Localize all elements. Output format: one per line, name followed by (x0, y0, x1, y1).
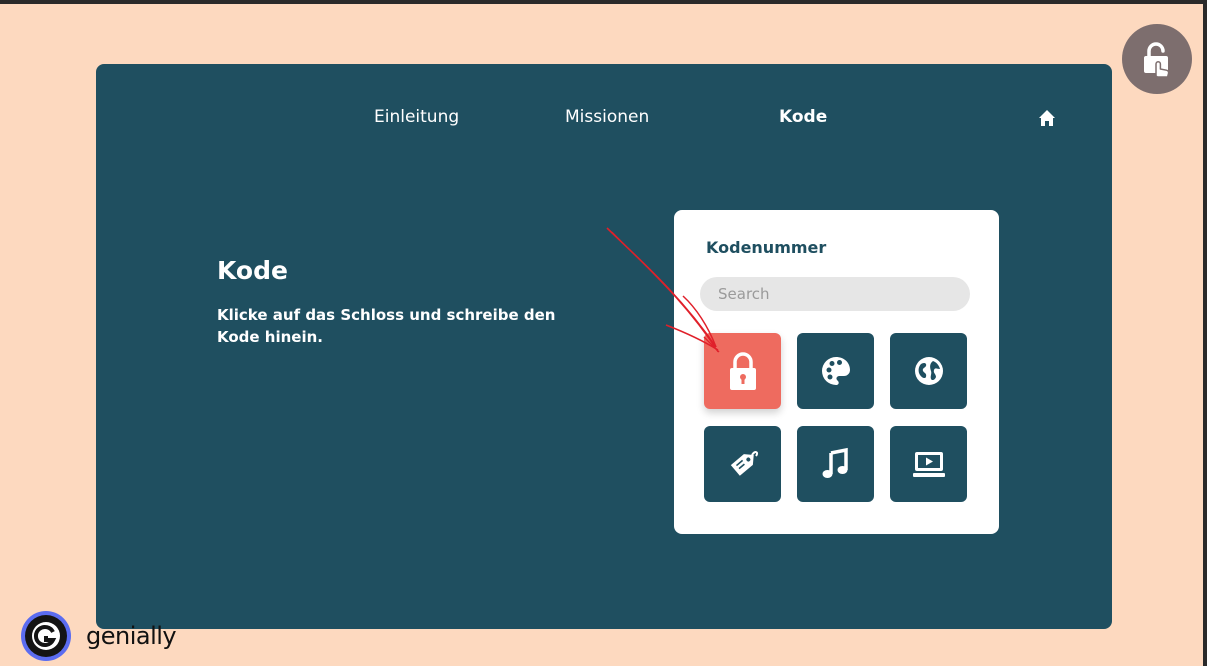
home-icon[interactable] (1037, 108, 1057, 128)
genially-brand[interactable]: genially (20, 610, 177, 662)
video-player-icon (912, 452, 945, 477)
globe-icon (914, 357, 943, 385)
padlock-icon (729, 352, 756, 390)
music-note-icon (822, 447, 848, 478)
palette-icon (821, 357, 850, 385)
brand-name: genially (86, 622, 177, 650)
main-panel: Einleitung Missionen Kode Kode Klicke au… (96, 64, 1112, 629)
code-card: Kodenummer (674, 210, 999, 534)
globe-tile[interactable] (890, 333, 967, 409)
card-title: Kodenummer (706, 238, 827, 257)
search-input[interactable] (700, 277, 970, 311)
price-tag-tile[interactable] (704, 426, 781, 502)
video-player-tile[interactable] (890, 426, 967, 502)
unlock-button[interactable] (1122, 24, 1192, 94)
padlock-tile[interactable] (704, 333, 781, 409)
unlock-hand-icon (1144, 42, 1170, 78)
nav-item-missionen[interactable]: Missionen (565, 106, 649, 128)
page-title: Kode (217, 256, 288, 285)
palette-tile[interactable] (797, 333, 874, 409)
genially-logo-icon (21, 611, 71, 661)
music-note-tile[interactable] (797, 426, 874, 502)
window-right-border (1203, 0, 1207, 666)
price-tag-icon (730, 451, 758, 476)
window-top-border (0, 0, 1207, 4)
nav-item-kode[interactable]: Kode (779, 106, 827, 128)
nav-item-einleitung[interactable]: Einleitung (374, 106, 459, 128)
page-description: Klicke auf das Schloss und schreibe den … (217, 306, 556, 346)
